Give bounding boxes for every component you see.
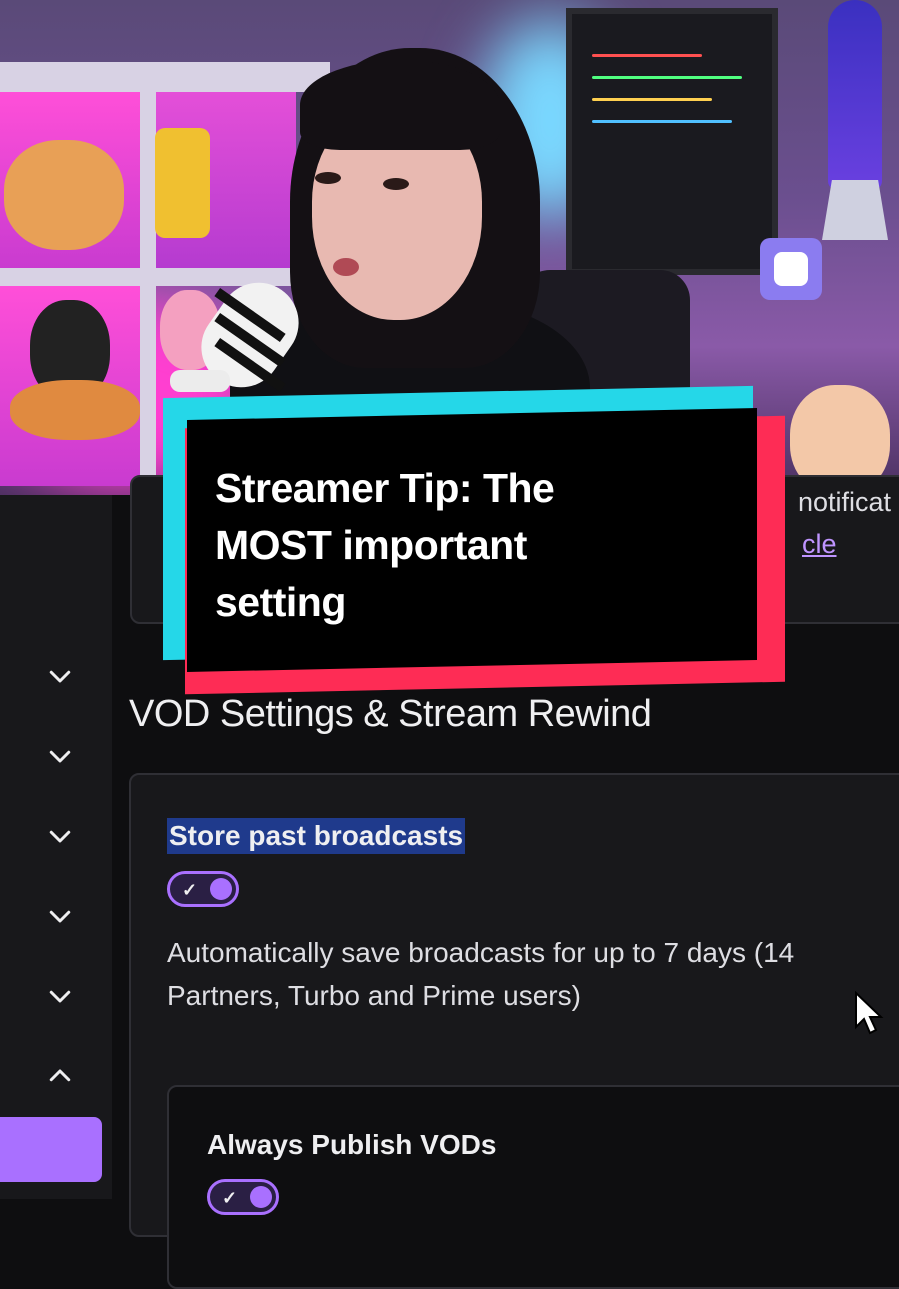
rail-active-item[interactable]	[0, 1117, 102, 1182]
chevron-down-icon[interactable]	[42, 738, 78, 774]
plush-box	[155, 128, 210, 238]
left-rail-nav	[0, 495, 112, 1199]
vod-settings-card: Store past broadcasts ✓ Automatically sa…	[129, 773, 899, 1289]
chevron-down-icon[interactable]	[42, 818, 78, 854]
lava-lamp	[818, 0, 892, 240]
always-publish-vods-label: Always Publish VODs	[207, 1129, 497, 1160]
caption-line: Streamer Tip: The	[215, 465, 555, 511]
mouse-cursor-icon	[855, 991, 884, 1035]
store-past-broadcasts-label: Store past broadcasts	[167, 818, 466, 854]
chevron-down-icon[interactable]	[42, 658, 78, 694]
person-bangs	[300, 60, 500, 150]
toggle-knob	[210, 878, 232, 900]
shelf-top	[0, 62, 330, 92]
plush-pizza	[10, 380, 140, 440]
section-title: VOD Settings & Stream Rewind	[129, 693, 652, 735]
store-past-broadcasts-description: Automatically save broadcasts for up to …	[167, 931, 899, 1017]
person-eye-right	[383, 178, 409, 190]
person-eye-left	[315, 172, 341, 184]
store-past-broadcasts-toggle[interactable]: ✓	[167, 871, 239, 907]
verified-badge-decor	[760, 238, 822, 300]
plush-taco	[4, 140, 124, 250]
check-icon: ✓	[182, 880, 198, 900]
learn-more-link[interactable]: cle	[802, 529, 837, 560]
always-publish-vods-toggle[interactable]: ✓	[207, 1179, 279, 1215]
caption-line: setting	[215, 579, 346, 625]
chevron-down-icon[interactable]	[42, 898, 78, 934]
caption-text: Streamer Tip: The MOST important setting	[215, 460, 655, 631]
caption-line: MOST important	[215, 522, 527, 568]
chevron-down-icon[interactable]	[42, 978, 78, 1014]
description-line: Automatically save broadcasts for up to …	[167, 937, 795, 968]
chevron-up-icon[interactable]	[42, 1058, 78, 1094]
previous-card-text: notificat	[798, 487, 892, 517]
person-mouth	[333, 258, 359, 276]
chalkboard	[566, 8, 778, 275]
toggle-knob	[250, 1186, 272, 1208]
always-publish-card: Always Publish VODs ✓	[167, 1085, 899, 1289]
description-line: Partners, Turbo and Prime users)	[167, 980, 581, 1011]
caption-overlay: Streamer Tip: The MOST important setting	[163, 385, 788, 695]
